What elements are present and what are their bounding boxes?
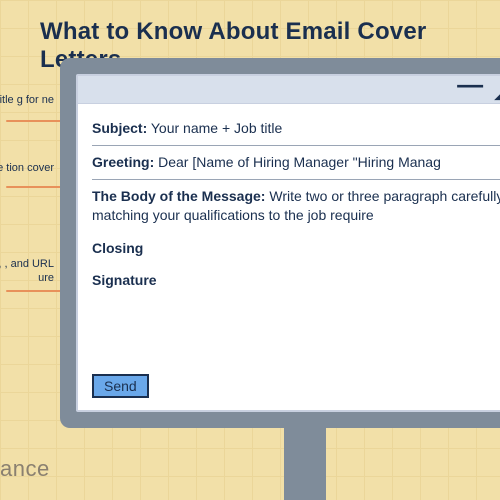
greeting-row: Greeting: Dear [Name of Hiring Manager "… — [92, 146, 500, 180]
pointer-line-3 — [6, 290, 68, 292]
expand-icon[interactable]: ◢ — [495, 79, 500, 101]
send-button[interactable]: Send — [92, 374, 149, 398]
body-row: The Body of the Message: Write two or th… — [92, 180, 500, 232]
subject-row: Subject: Your name + Job title — [92, 112, 500, 146]
minimize-icon[interactable]: — — [457, 71, 483, 97]
email-body-area: Subject: Your name + Job title Greeting:… — [78, 104, 500, 410]
subject-value: Your name + Job title — [151, 120, 282, 136]
signature-row: Signature — [92, 264, 500, 297]
signature-label: Signature — [92, 272, 157, 288]
email-window: — ◢ Subject: Your name + Job title Greet… — [76, 74, 500, 412]
monitor-frame: — ◢ Subject: Your name + Job title Greet… — [60, 58, 500, 428]
callout-greeting: me tion cover — [0, 162, 54, 176]
closing-row: Closing — [92, 232, 500, 265]
footer-brand: ance — [0, 456, 50, 482]
subject-label: Subject: — [92, 120, 147, 136]
email-titlebar: — ◢ — [78, 76, 500, 104]
closing-label: Closing — [92, 240, 143, 256]
greeting-value: Dear [Name of Hiring Manager "Hiring Man… — [158, 154, 441, 170]
callout-subject: d title g for ne — [0, 94, 54, 108]
pointer-line-2 — [6, 186, 68, 188]
body-label: The Body of the Message: — [92, 188, 265, 204]
callout-signature: ull s, , and URL ure — [0, 258, 54, 286]
greeting-label: Greeting: — [92, 154, 154, 170]
send-row: Send — [92, 374, 500, 400]
monitor-stand — [284, 428, 326, 500]
pointer-line-1 — [6, 120, 68, 122]
